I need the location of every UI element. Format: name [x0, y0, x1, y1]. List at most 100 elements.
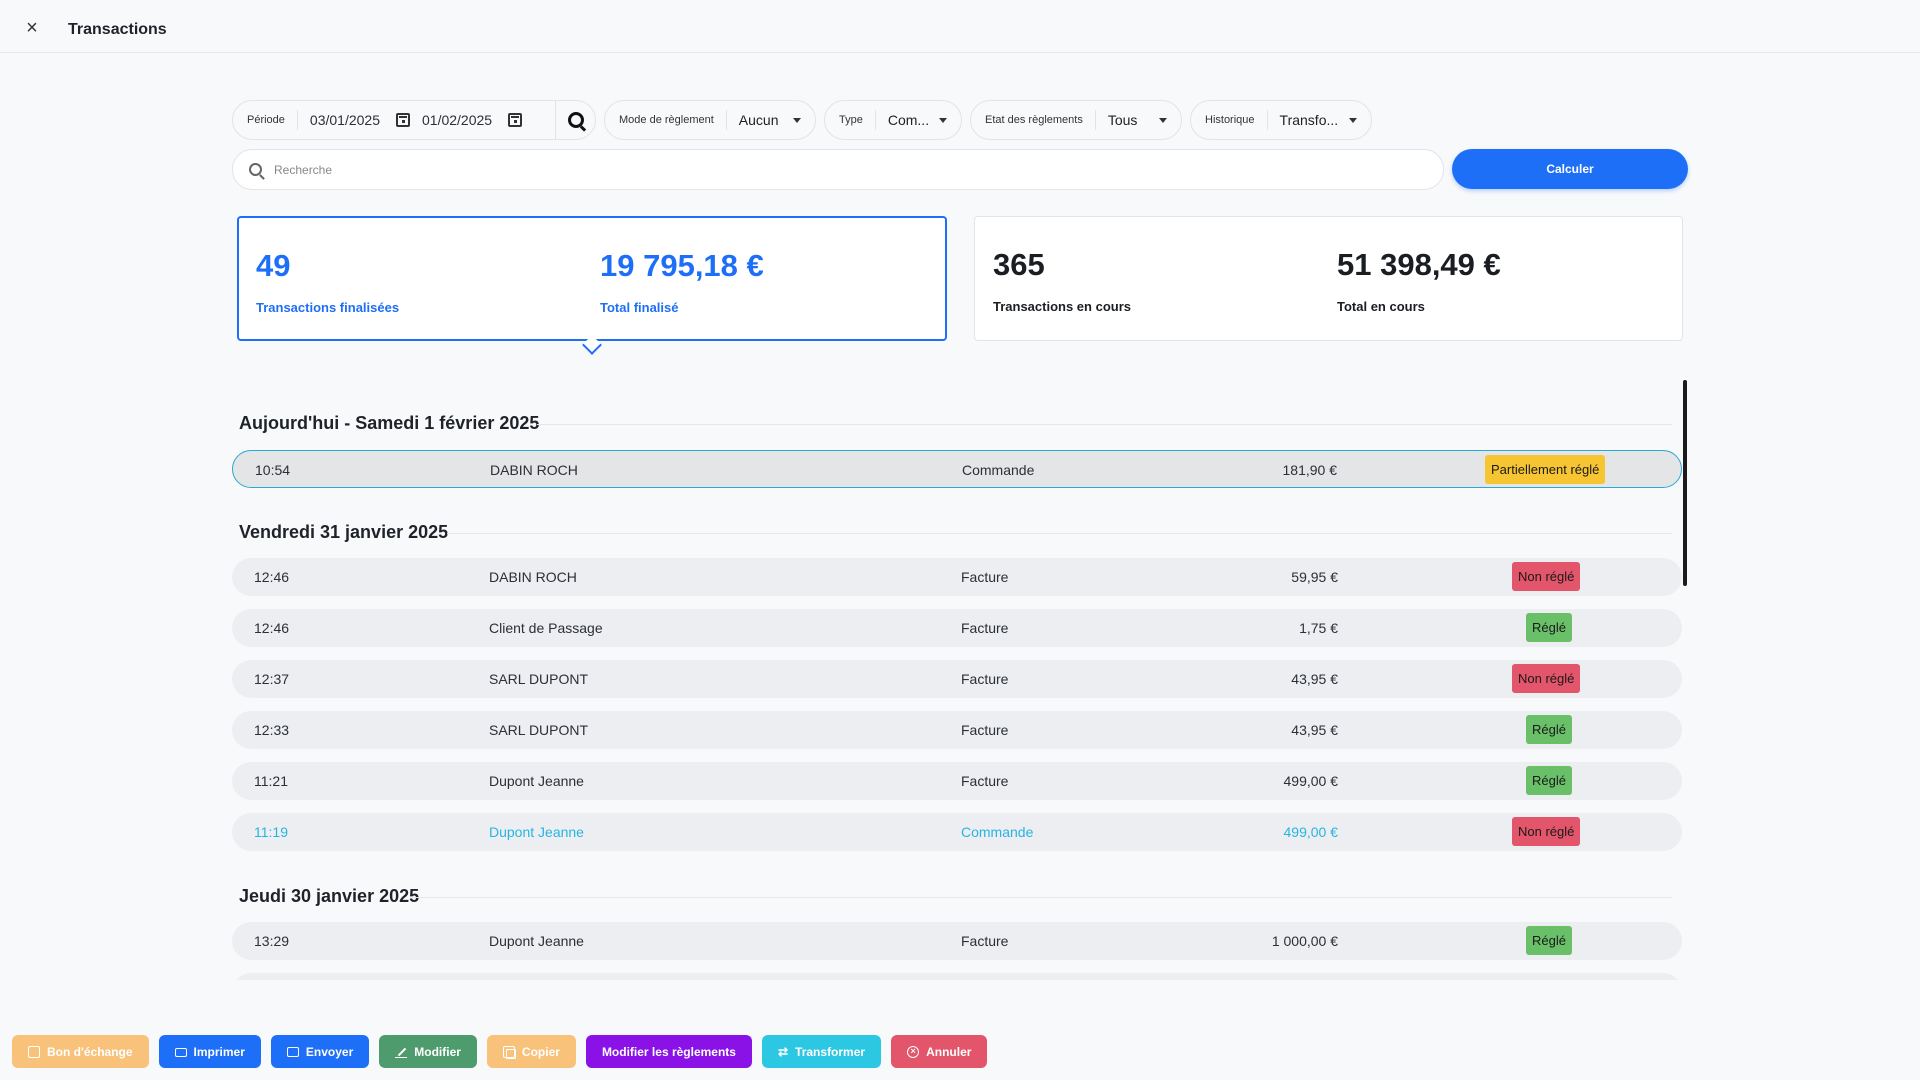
- finalized-count: 49: [256, 248, 291, 283]
- in-progress-count-label: Transactions en cours: [993, 299, 1131, 314]
- day-header: Vendredi 31 janvier 2025: [239, 522, 449, 542]
- row-amount: 1 000,00 €: [1271, 933, 1338, 949]
- day-header: Jeudi 30 janvier 2025: [239, 886, 420, 906]
- payment-mode-label: Mode de règlement: [605, 110, 727, 130]
- table-row[interactable]: 11:19 Dupont Jeanne Commande 499,00 € No…: [232, 813, 1682, 851]
- calendar-icon[interactable]: [396, 113, 410, 127]
- status-badge: Non réglé: [1512, 817, 1581, 846]
- in-progress-count: 365: [993, 247, 1045, 282]
- status-badge: Non réglé: [1512, 664, 1581, 693]
- row-time: 12:33: [254, 722, 290, 738]
- row-type: Facture: [961, 671, 1009, 687]
- table-row[interactable]: 12:46 DABIN ROCH Facture 59,95 € Non rég…: [232, 558, 1682, 596]
- action-toolbar: Bon d'échange Imprimer Envoyer Modifier …: [12, 1035, 988, 1068]
- table-row[interactable]: [232, 973, 1682, 980]
- row-amount: 499,00 €: [1283, 773, 1339, 789]
- type-value: Com...: [887, 112, 930, 128]
- chevron-down-icon: [939, 117, 947, 123]
- transform-button[interactable]: ⇄ Transformer: [761, 1035, 882, 1068]
- row-amount: 43,95 €: [1291, 722, 1338, 738]
- in-progress-total-label: Total en cours: [1337, 299, 1425, 314]
- divider: [537, 424, 1672, 425]
- close-icon[interactable]: ×: [22, 18, 42, 39]
- row-client: DABIN ROCH: [490, 462, 578, 478]
- pencil-icon: [395, 1046, 408, 1058]
- copy-icon: [502, 1045, 516, 1059]
- row-amount: 59,95 €: [1291, 569, 1338, 585]
- chevron-down-icon: [793, 117, 801, 123]
- row-client: Dupont Jeanne: [489, 824, 584, 840]
- table-row[interactable]: 10:54 DABIN ROCH Commande 181,90 € Parti…: [232, 450, 1682, 488]
- period-filter: Période 03/01/2025 01/02/2025: [232, 100, 596, 140]
- status-badge: Partiellement réglé: [1485, 455, 1606, 484]
- finalized-total: 19 795,18 €: [600, 248, 764, 283]
- edit-label: Modifier: [414, 1044, 461, 1059]
- cancel-button[interactable]: × Annuler: [891, 1035, 988, 1068]
- payment-state-value: Tous: [1107, 112, 1138, 128]
- page-title: Transactions: [68, 21, 167, 38]
- row-type: Facture: [961, 620, 1009, 636]
- edit-button[interactable]: Modifier: [379, 1035, 477, 1068]
- finalized-total-label: Total finalisé: [600, 300, 679, 315]
- day-header: Aujourd'hui - Samedi 1 février 2025: [239, 413, 540, 433]
- history-filter[interactable]: Historique Transfo...: [1190, 100, 1372, 140]
- row-type: Facture: [961, 569, 1009, 585]
- top-bar: × Transactions: [0, 0, 1920, 53]
- search-icon: [249, 163, 262, 176]
- send-button[interactable]: Envoyer: [270, 1035, 370, 1068]
- copy-button[interactable]: Copier: [486, 1035, 576, 1068]
- history-label: Historique: [1191, 110, 1268, 130]
- row-time: 11:19: [254, 824, 288, 840]
- print-button[interactable]: Imprimer: [158, 1035, 261, 1068]
- calendar-icon[interactable]: [508, 113, 523, 127]
- status-badge: Réglé: [1526, 613, 1572, 642]
- row-client: Dupont Jeanne: [489, 933, 584, 949]
- period-end-date[interactable]: 01/02/2025: [422, 112, 492, 128]
- calculate-button[interactable]: Calculer: [1452, 149, 1688, 189]
- payment-mode-filter[interactable]: Mode de règlement Aucun: [604, 100, 816, 140]
- finalized-summary-card[interactable]: 49 Transactions finalisées 19 795,18 € T…: [237, 216, 947, 341]
- divider: [447, 533, 1672, 534]
- quick-search-icon: [567, 112, 584, 128]
- table-row[interactable]: 12:33 SARL DUPONT Facture 43,95 € Réglé: [232, 711, 1682, 749]
- status-badge: Réglé: [1526, 766, 1572, 795]
- table-row[interactable]: 12:46 Client de Passage Facture 1,75 € R…: [232, 609, 1682, 647]
- row-time: 13:29: [254, 933, 290, 949]
- exchange-voucher-label: Bon d'échange: [47, 1044, 133, 1059]
- search-input[interactable]: [274, 162, 1374, 177]
- finalized-count-label: Transactions finalisées: [256, 300, 400, 315]
- history-value: Transfo...: [1279, 112, 1339, 128]
- table-row[interactable]: 11:21 Dupont Jeanne Facture 499,00 € Rég…: [232, 762, 1682, 800]
- row-amount: 1,75 €: [1299, 620, 1338, 636]
- type-filter[interactable]: Type Com...: [824, 100, 962, 140]
- table-row[interactable]: 13:29 Dupont Jeanne Facture 1 000,00 € R…: [232, 922, 1682, 960]
- row-time: 12:46: [254, 620, 290, 636]
- period-label: Période: [233, 110, 298, 130]
- type-label: Type: [825, 110, 876, 130]
- transaction-list[interactable]: Aujourd'hui - Samedi 1 février 2025 10:5…: [232, 380, 1684, 980]
- in-progress-summary-card[interactable]: 365 Transactions en cours 51 398,49 € To…: [974, 216, 1683, 341]
- row-client: SARL DUPONT: [489, 671, 589, 687]
- search-bar: [232, 149, 1444, 190]
- status-badge: Réglé: [1526, 715, 1572, 744]
- status-badge: Réglé: [1526, 926, 1572, 955]
- row-client: Dupont Jeanne: [489, 773, 584, 789]
- status-badge: Non réglé: [1512, 562, 1581, 591]
- exchange-voucher-button[interactable]: Bon d'échange: [12, 1035, 149, 1068]
- period-start-date[interactable]: 03/01/2025: [298, 112, 380, 128]
- mail-icon: [286, 1046, 299, 1057]
- list-scrollbar[interactable]: [1683, 380, 1687, 586]
- edit-payments-button[interactable]: Modifier les règlements: [585, 1035, 752, 1068]
- transform-label: Transformer: [795, 1044, 866, 1059]
- row-client: DABIN ROCH: [489, 569, 577, 585]
- chevron-down-icon: [1159, 117, 1167, 123]
- payment-state-label: Etat des règlements: [971, 110, 1096, 130]
- row-amount: 43,95 €: [1291, 671, 1338, 687]
- row-type: Commande: [962, 462, 1035, 478]
- copy-label: Copier: [521, 1044, 560, 1059]
- row-type: Facture: [961, 933, 1009, 949]
- row-type: Commande: [961, 824, 1034, 840]
- quick-period-button[interactable]: [555, 100, 595, 140]
- payment-state-filter[interactable]: Etat des règlements Tous: [970, 100, 1182, 140]
- table-row[interactable]: 12:37 SARL DUPONT Facture 43,95 € Non ré…: [232, 660, 1682, 698]
